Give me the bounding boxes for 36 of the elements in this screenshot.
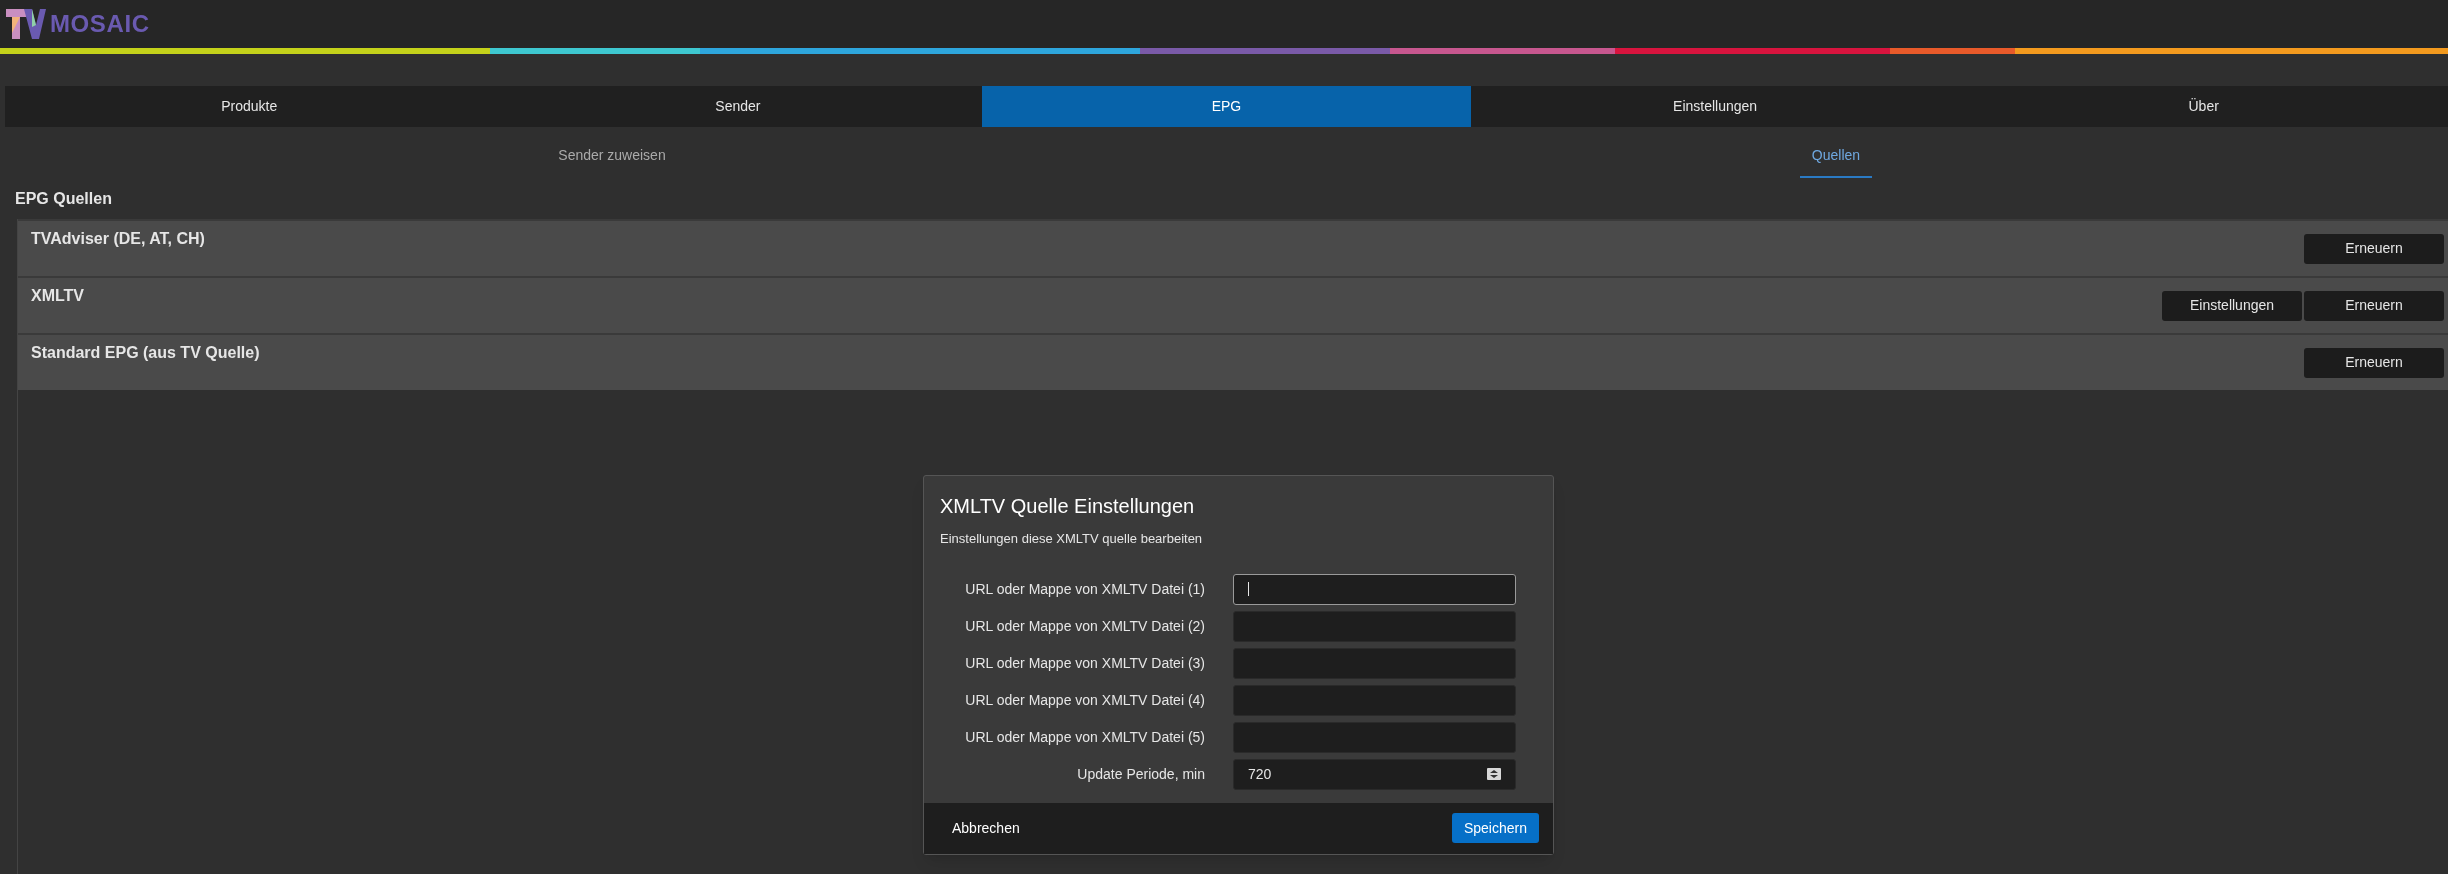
text-cursor-icon [1248,582,1249,596]
source-button[interactable]: Einstellungen [2162,290,2302,321]
sub-tab[interactable]: Quellen [1799,134,1873,178]
input-field[interactable] [1233,684,1516,716]
stepper-icon[interactable] [1487,768,1501,780]
cancel-button[interactable]: Abbrechen [938,811,1034,845]
field-value: 720 [1248,764,1273,784]
field-label: URL oder Mappe von XMLTV Datei (1) [964,579,1206,599]
field-label: URL oder Mappe von XMLTV Datei (5) [964,727,1206,747]
source-button[interactable]: Erneuern [2304,233,2444,264]
input-field[interactable] [1233,721,1516,753]
source-name: XMLTV [31,286,85,306]
dialog-title: XMLTV Quelle Einstellungen [940,494,1195,519]
input-field[interactable] [1233,610,1516,642]
logo-icon [6,9,46,39]
nav-tab[interactable]: Produkte [5,86,494,127]
nav-tab[interactable]: EPG [982,86,1471,127]
nav-tab[interactable]: Einstellungen [1470,86,1960,127]
input-field[interactable] [1233,573,1516,605]
nav-tab[interactable]: Über [1959,86,2448,127]
source-name: Standard EPG (aus TV Quelle) [31,343,260,363]
input-field[interactable]: 720 [1233,758,1516,790]
dialog-subtitle: Einstellungen diese XMLTV quelle bearbeiten [940,530,1203,548]
logo-text: MOSAIC [50,9,150,39]
source-button[interactable]: Erneuern [2304,347,2444,378]
field-label: URL oder Mappe von XMLTV Datei (4) [964,690,1206,710]
sub-tab[interactable]: Sender zuweisen [546,134,678,178]
field-label: URL oder Mappe von XMLTV Datei (3) [964,653,1206,673]
source-button[interactable]: Erneuern [2304,290,2444,321]
field-label: URL oder Mappe von XMLTV Datei (2) [964,616,1206,636]
input-field[interactable] [1233,647,1516,679]
section-title: EPG Quellen [15,189,112,209]
field-label: Update Periode, min [1076,764,1206,784]
save-button[interactable]: Speichern [1451,813,1539,843]
source-name: TVAdviser (DE, AT, CH) [31,229,205,249]
nav-tab[interactable]: Sender [493,86,983,127]
